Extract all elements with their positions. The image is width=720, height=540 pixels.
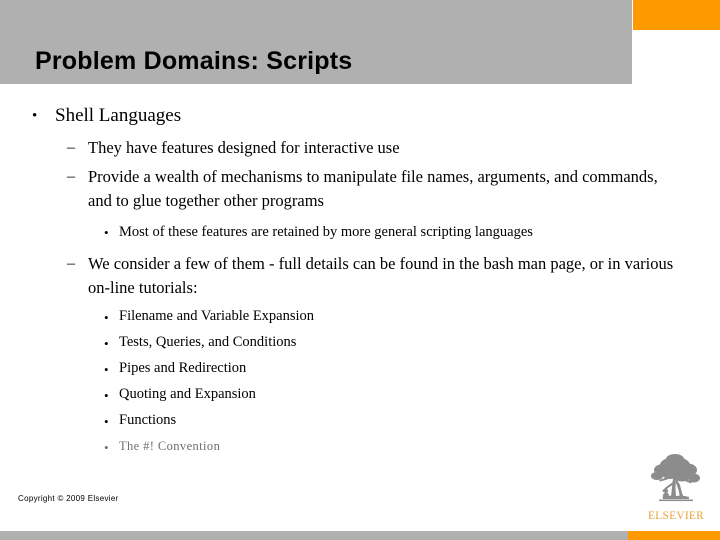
bullet-text: Most of these features are retained by m… — [119, 224, 533, 240]
bullet-text: We consider a few of them - full details… — [88, 254, 674, 297]
page-title: Problem Domains: Scripts — [35, 47, 353, 75]
list-item: • Filename and Variable Expansion — [0, 308, 720, 325]
elsevier-tree-icon — [651, 454, 700, 502]
disc-bullet-icon: • — [104, 310, 109, 325]
bullet-level1-shell-languages: • Shell Languages — [0, 104, 720, 128]
list-item-label: Tests, Queries, and Conditions — [119, 334, 297, 350]
disc-bullet-icon: • — [104, 225, 109, 240]
dash-bullet-icon: – — [67, 139, 75, 156]
dash-bullet-icon: – — [67, 255, 75, 272]
list-item: • Functions — [0, 412, 720, 429]
bullet-text: Shell Languages — [55, 105, 182, 126]
list-item: • The #! Convention — [0, 438, 720, 455]
dash-bullet-icon: – — [67, 168, 75, 185]
list-item-label: Filename and Variable Expansion — [119, 308, 315, 324]
list-item: • Pipes and Redirection — [0, 360, 720, 377]
elsevier-wordmark: ELSEVIER — [648, 510, 704, 522]
copyright-notice: Copyright © 2009 Elsevier — [18, 494, 119, 503]
header-accent-bar — [633, 0, 720, 30]
elsevier-logo: ELSEVIER — [645, 452, 707, 528]
bullet-level3-retained-features: • Most of these features are retained by… — [0, 221, 720, 244]
disc-bullet-icon: • — [104, 336, 109, 351]
disc-bullet-icon: • — [104, 388, 109, 403]
bullet-text: They have features designed for interact… — [88, 138, 400, 157]
bullet-level2-consider-few: – We consider a few of them - full detai… — [0, 252, 720, 300]
footer-strip — [0, 531, 628, 540]
list-item-label: Functions — [119, 412, 177, 428]
list-item-label: Pipes and Redirection — [119, 360, 247, 376]
list-item: • Quoting and Expansion — [0, 386, 720, 403]
footer-accent-bar — [628, 531, 720, 540]
bullet-level2-interactive-use: – They have features designed for intera… — [0, 136, 720, 160]
bullet-text: Provide a wealth of mechanisms to manipu… — [88, 167, 658, 210]
disc-bullet-icon: • — [32, 108, 38, 124]
disc-bullet-icon: • — [104, 362, 109, 377]
list-item: • Tests, Queries, and Conditions — [0, 334, 720, 351]
list-item-label: Quoting and Expansion — [119, 386, 256, 402]
slide-content: • Shell Languages – They have features d… — [0, 104, 720, 464]
list-item-label: The #! Convention — [119, 439, 221, 453]
bullet-level2-mechanisms: – Provide a wealth of mechanisms to mani… — [0, 165, 720, 213]
disc-bullet-icon: • — [104, 414, 109, 429]
disc-bullet-icon: • — [104, 440, 109, 455]
